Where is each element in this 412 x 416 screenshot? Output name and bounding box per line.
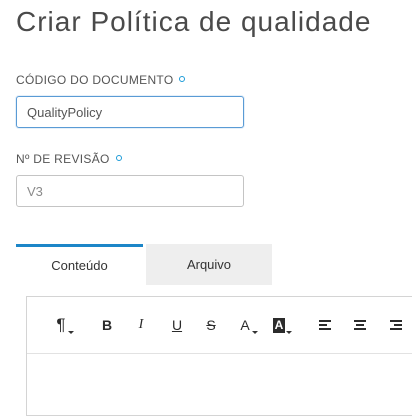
document-code-label-text: CÓDIGO DO DOCUMENTO	[16, 73, 174, 87]
text-color-glyph: A	[240, 317, 250, 333]
revision-label-text: Nº DE REVISÃO	[16, 152, 110, 166]
align-right-icon[interactable]	[389, 315, 403, 335]
text-color-icon[interactable]: A	[238, 315, 258, 335]
editor-content-area[interactable]	[27, 354, 412, 415]
revision-input[interactable]	[16, 175, 244, 207]
bold-icon[interactable]: B	[100, 315, 114, 335]
required-indicator-icon	[115, 155, 122, 161]
editor-toolbar: ¶ B I U S A A	[27, 297, 412, 354]
background-color-icon[interactable]: A	[272, 315, 292, 335]
tab-arquivo[interactable]: Arquivo	[146, 244, 272, 285]
align-right-lines	[390, 320, 402, 330]
align-center-icon[interactable]	[353, 315, 367, 335]
revision-label: Nº DE REVISÃO	[16, 152, 122, 166]
paragraph-format-icon[interactable]: ¶	[54, 315, 74, 335]
underline-icon[interactable]: U	[170, 315, 184, 335]
italic-icon[interactable]: I	[134, 315, 148, 335]
document-code-input[interactable]	[16, 96, 244, 128]
align-left-lines	[319, 320, 331, 330]
required-indicator-icon	[179, 76, 186, 82]
page-title: Criar Política de qualidade	[16, 6, 372, 37]
align-center-lines	[354, 320, 366, 330]
paragraph-format-glyph: ¶	[56, 315, 66, 334]
background-color-glyph: A	[272, 317, 286, 333]
tab-conteudo[interactable]: Conteúdo	[16, 244, 143, 285]
align-left-icon[interactable]	[318, 315, 332, 335]
document-code-label: CÓDIGO DO DOCUMENTO	[16, 73, 186, 87]
rich-text-editor: ¶ B I U S A A	[26, 296, 412, 416]
strikethrough-icon[interactable]: S	[204, 315, 218, 335]
